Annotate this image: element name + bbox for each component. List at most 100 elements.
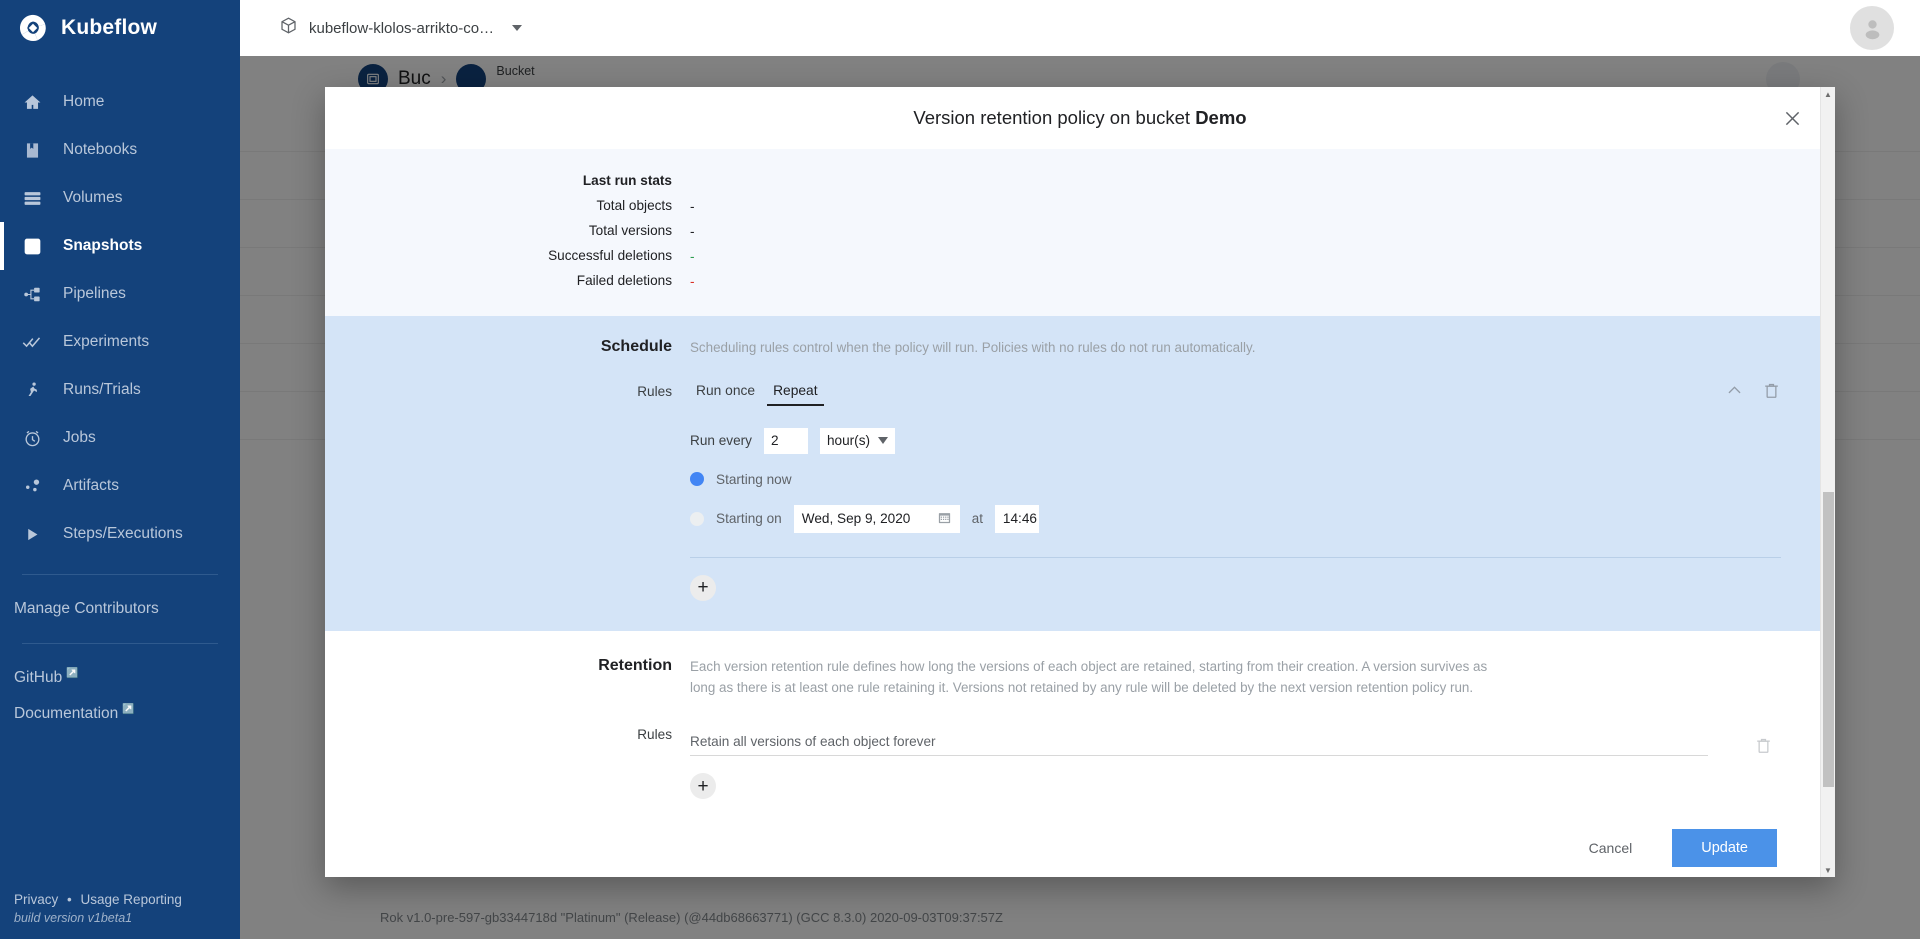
user-avatar-icon[interactable] — [1850, 6, 1894, 50]
cancel-button[interactable]: Cancel — [1575, 831, 1647, 865]
chevron-down-icon — [512, 25, 523, 31]
jobs-clock-icon — [21, 427, 43, 449]
stat-label: Total versions — [588, 223, 672, 238]
usage-reporting-link[interactable]: Usage Reporting — [81, 892, 182, 907]
run-every-label: Run every — [690, 433, 752, 449]
volumes-icon — [21, 187, 43, 209]
dialog-title-bucket: Demo — [1195, 107, 1247, 128]
sidebar-item-label: Pipelines — [63, 285, 126, 302]
stat-value: - — [690, 273, 695, 289]
starting-now-radio[interactable] — [690, 472, 704, 487]
retention-rule-underline — [690, 755, 1708, 757]
schedule-rules-row: Rules Run once Repeat Run every 2 hour(s… — [325, 381, 1835, 601]
retention-rule-text[interactable]: Retain all versions of each object forev… — [690, 734, 1708, 755]
starting-now-label: Starting now — [716, 471, 792, 487]
run-every-row: Run every hour(s) — [690, 427, 1835, 454]
stat-label: Successful deletions — [548, 248, 672, 263]
stat-value: - — [690, 248, 695, 264]
kubeflow-logo-icon — [18, 13, 48, 43]
brand[interactable]: Kubeflow — [0, 0, 240, 56]
retention-rule-item: Retain all versions of each object forev… — [690, 734, 1835, 757]
sidebar-item-artifacts[interactable]: Artifacts — [0, 462, 240, 510]
sidebar-divider-2 — [22, 643, 218, 644]
run-every-input[interactable] — [763, 427, 808, 454]
sidebar-item-pipelines[interactable]: Pipelines — [0, 270, 240, 318]
sidebar-item-notebooks[interactable]: Notebooks — [0, 126, 240, 174]
stat-row-successful-deletions: Successful deletions - — [325, 247, 1835, 265]
sidebar-item-volumes[interactable]: Volumes — [0, 174, 240, 222]
trash-icon[interactable] — [1762, 381, 1781, 400]
sidebar-item-snapshots[interactable]: Snapshots — [0, 222, 240, 270]
sidebar-item-label: Home — [63, 93, 105, 110]
dialog-scroll-area: Version retention policy on bucket Demo … — [325, 87, 1835, 877]
sidebar-item-steps-executions[interactable]: Steps/Executions — [0, 510, 240, 558]
starting-now-row[interactable]: Starting now — [690, 472, 1835, 487]
runs-trials-icon — [21, 379, 43, 401]
sidebar-nav: Home Notebooks Volumes Snapshots Pipelin… — [0, 78, 240, 558]
sidebar-item-home[interactable]: Home — [0, 78, 240, 126]
dialog-actions: Cancel Update — [325, 799, 1835, 877]
schedule-rules-label: Rules — [637, 383, 672, 399]
sidebar-item-label: Notebooks — [63, 141, 138, 158]
stat-label: Total objects — [596, 198, 672, 213]
add-schedule-rule-button[interactable]: + — [690, 574, 716, 601]
starting-on-radio[interactable] — [690, 511, 704, 526]
starting-on-row[interactable]: Starting on Wed, Sep 9, 2020 at 14:46 — [690, 504, 1835, 533]
tab-repeat[interactable]: Repeat — [767, 381, 824, 406]
chevron-up-icon[interactable] — [1725, 381, 1744, 400]
schedule-header-row: Schedule Scheduling rules control when t… — [325, 338, 1835, 359]
stat-label: Failed deletions — [576, 273, 672, 288]
calendar-icon[interactable] — [937, 510, 952, 528]
stat-row-total-versions: Total versions - — [325, 222, 1835, 240]
privacy-link[interactable]: Privacy — [14, 892, 58, 907]
steps-executions-play-icon — [21, 523, 43, 545]
scrollbar-thumb[interactable] — [1823, 492, 1834, 787]
sidebar-item-jobs[interactable]: Jobs — [0, 414, 240, 462]
sidebar-item-label: Manage Contributors — [14, 600, 159, 617]
stats-heading-row: Last run stats — [325, 172, 1835, 190]
sidebar-link-github[interactable]: GitHub ↗️ — [0, 660, 240, 696]
close-icon[interactable] — [1777, 103, 1807, 133]
sidebar-item-label: Documentation — [14, 705, 119, 722]
snapshots-icon — [21, 235, 43, 257]
sidebar-link-documentation[interactable]: Documentation ↗️ — [0, 696, 240, 732]
starting-on-time-input[interactable]: 14:46 — [994, 504, 1039, 533]
at-label: at — [971, 511, 983, 527]
retention-description: Each version retention rule defines how … — [690, 658, 1488, 695]
run-every-unit-select[interactable]: hour(s) — [819, 427, 896, 454]
retention-rules-row: Rules Retain all versions of each object… — [325, 724, 1835, 800]
build-version-label: build version v1beta1 — [14, 911, 133, 925]
add-retention-rule-button[interactable]: + — [690, 773, 716, 800]
sidebar-item-runs-trials[interactable]: Runs/Trials — [0, 366, 240, 414]
topbar: kubeflow-klolos-arrikto-co… — [240, 0, 1920, 56]
sidebar-item-label: Steps/Executions — [63, 525, 183, 542]
sidebar-item-experiments[interactable]: Experiments — [0, 318, 240, 366]
starting-on-date-value: Wed, Sep 9, 2020 — [801, 511, 911, 527]
sidebar-item-manage-contributors[interactable]: Manage Contributors — [0, 591, 240, 627]
run-every-unit-label: hour(s) — [826, 433, 871, 449]
namespace-selector[interactable]: kubeflow-klolos-arrikto-co… — [240, 16, 523, 40]
triangle-down-icon — [878, 437, 889, 445]
stat-value: - — [690, 198, 695, 214]
dialog-title-prefix: Version retention policy on bucket — [913, 107, 1196, 128]
scroll-up-arrow-icon[interactable]: ▲ — [1821, 87, 1835, 101]
tab-run-once[interactable]: Run once — [690, 381, 761, 406]
sidebar-footer: Privacy • Usage Reporting build version … — [0, 892, 240, 939]
scroll-down-arrow-icon[interactable]: ▼ — [1821, 863, 1835, 877]
trash-icon[interactable] — [1754, 736, 1773, 755]
external-link-icon: ↗️ — [122, 703, 135, 715]
sidebar-item-label: GitHub — [14, 669, 63, 686]
schedule-mode-tabs: Run once Repeat — [690, 381, 824, 406]
artifacts-icon — [21, 475, 43, 497]
avatar-wrap — [1850, 6, 1894, 50]
stat-value: - — [690, 223, 695, 239]
dialog-title: Version retention policy on bucket Demo — [913, 107, 1246, 129]
schedule-description: Scheduling rules control when the policy… — [690, 340, 1256, 355]
retention-rules-label: Rules — [637, 727, 672, 743]
home-icon — [21, 91, 43, 113]
package-cube-icon — [279, 16, 298, 40]
starting-on-date-input[interactable]: Wed, Sep 9, 2020 — [793, 504, 960, 533]
pipelines-icon — [21, 283, 43, 305]
dialog-scrollbar[interactable]: ▲ ▼ — [1820, 87, 1835, 877]
update-button[interactable]: Update — [1672, 829, 1777, 868]
